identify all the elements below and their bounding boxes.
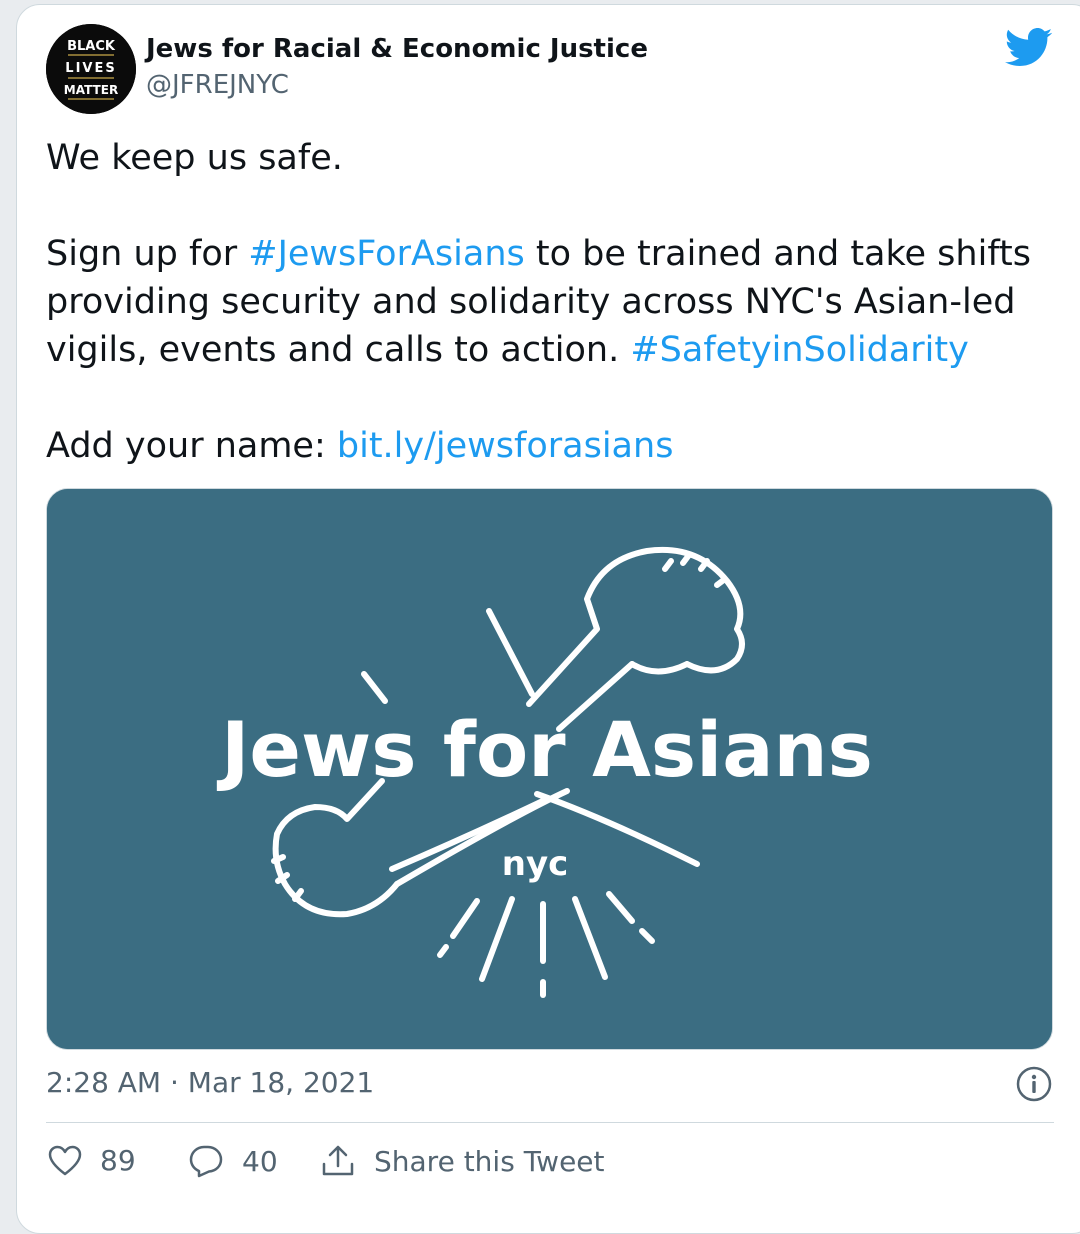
tweet-line-5: Add your name: bit.ly/jewsforasians xyxy=(46,422,1056,470)
hashtag-jewsforasians-link[interactable]: #JewsForAsians xyxy=(248,234,525,274)
tweet-text: We keep us safe. Sign up for #JewsForAsi… xyxy=(46,134,1056,470)
share-icon xyxy=(322,1145,354,1176)
tweet-text-segment: vigils, events and calls to action. xyxy=(46,330,631,370)
tweet-line-4: vigils, events and calls to action. #Saf… xyxy=(46,326,1056,374)
signup-url-link[interactable]: bit.ly/jewsforasians xyxy=(337,426,674,466)
svg-text:BLACK: BLACK xyxy=(67,39,116,54)
reply-button[interactable]: 40 xyxy=(188,1144,278,1178)
divider xyxy=(46,1122,1054,1123)
svg-text:Jews for Asians: Jews for Asians xyxy=(216,705,873,794)
avatar[interactable]: BLACK LIVES MATTER xyxy=(46,24,136,114)
reply-bubble-icon xyxy=(189,1145,223,1178)
tweet-text-segment: Sign up for xyxy=(46,234,249,274)
svg-text:MATTER: MATTER xyxy=(64,83,118,97)
heart-icon xyxy=(48,1145,82,1175)
share-button[interactable]: Share this Tweet xyxy=(320,1144,605,1178)
like-button[interactable]: 89 xyxy=(48,1144,136,1177)
tweet-timestamp[interactable]: 2:28 AM · Mar 18, 2021 xyxy=(46,1066,374,1099)
like-count: 89 xyxy=(100,1144,136,1177)
svg-text:LIVES: LIVES xyxy=(65,61,116,76)
tweet-line-2: Sign up for #JewsForAsians to be trained… xyxy=(46,230,1056,278)
svg-text:nyc: nyc xyxy=(502,844,569,884)
jews-for-asians-logo-graphic: Jews for Asians nyc xyxy=(47,489,1052,1049)
tweet-text-segment: to be trained and take shifts xyxy=(524,234,1031,274)
hashtag-safetyinsolidarity-link[interactable]: #SafetyinSolidarity xyxy=(630,330,968,370)
author-name[interactable]: Jews for Racial & Economic Justice xyxy=(146,34,648,64)
twitter-bird-icon[interactable] xyxy=(1005,28,1053,72)
tweet-line-1: We keep us safe. xyxy=(46,138,343,178)
share-label: Share this Tweet xyxy=(374,1144,605,1178)
reply-count: 40 xyxy=(242,1144,278,1178)
tweet-image[interactable]: Jews for Asians nyc xyxy=(46,488,1053,1050)
tweet-line-3: providing security and solidarity across… xyxy=(46,282,1016,322)
tweet-text-segment: Add your name: xyxy=(46,426,337,466)
author-handle[interactable]: @JFREJNYC xyxy=(146,70,289,100)
info-icon[interactable] xyxy=(1016,1066,1052,1106)
black-lives-matter-avatar-logo: BLACK LIVES MATTER xyxy=(46,24,136,114)
